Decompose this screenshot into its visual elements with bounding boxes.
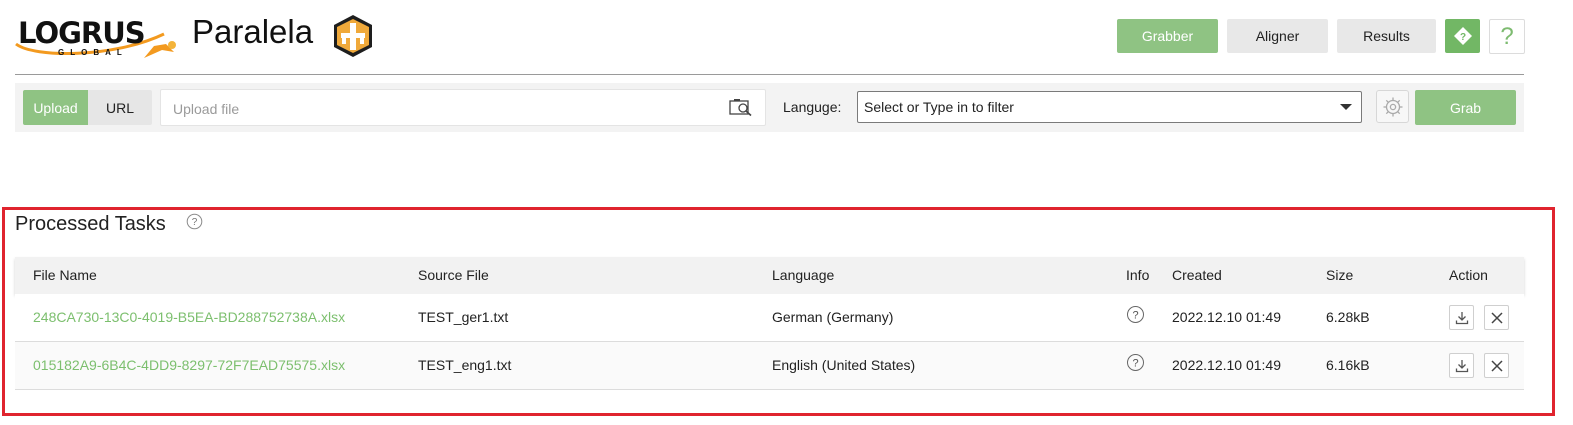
url-tab[interactable]: URL [88,90,152,125]
column-header: Info [1126,267,1150,283]
created: 2022.12.10 01:49 [1172,309,1281,325]
column-header[interactable]: Source File [418,267,489,283]
column-header[interactable]: Created [1172,267,1222,283]
question-circle-icon[interactable]: ? [1126,353,1145,372]
settings-button[interactable] [1376,90,1409,123]
language-label: Languge: [783,99,842,115]
size: 6.28kB [1326,309,1370,325]
tasks-table: File Name Source File Language Info Crea… [15,257,1524,390]
diamond-help-button[interactable]: ? [1445,19,1480,53]
svg-text:?: ? [1132,309,1138,321]
nav-aligner-button[interactable]: Aligner [1227,19,1328,53]
download-icon [1455,359,1468,372]
svg-text:?: ? [192,217,198,228]
help-button[interactable]: ? [1489,19,1525,54]
nav-results-button[interactable]: Results [1337,19,1436,53]
download-button[interactable] [1449,305,1474,330]
column-header[interactable]: Language [772,267,834,283]
diamond-question-icon: ? [1453,27,1472,45]
column-header[interactable]: Size [1326,267,1353,283]
language-select[interactable]: Select or Type in to filter [857,91,1362,123]
grab-button[interactable]: Grab [1415,90,1516,125]
svg-text:?: ? [1132,357,1138,369]
close-icon [1490,359,1503,372]
language-select-value: Select or Type in to filter [864,99,1014,115]
source-file: TEST_ger1.txt [418,309,509,325]
grab-toolbar: Upload URL Languge: Select or Type in to… [15,83,1524,132]
chevron-down-icon [1340,104,1352,110]
size: 6.16kB [1326,357,1370,373]
upload-field[interactable] [160,89,766,127]
created: 2022.12.10 01:49 [1172,357,1281,373]
delete-button[interactable] [1484,305,1509,330]
column-header[interactable]: File Name [33,267,97,283]
file-name-link[interactable]: 248CA730-13C0-4019-B5EA-BD288752738A.xls… [33,309,345,325]
section-title: Processed Tasks [15,213,166,235]
language: English (United States) [772,357,916,373]
close-icon [1490,311,1503,324]
svg-text:?: ? [1459,32,1465,43]
language: German (Germany) [772,309,894,325]
app-title: Paralela [192,13,314,50]
header-divider [15,74,1524,75]
upload-file-input[interactable] [171,90,715,127]
question-circle-icon[interactable]: ? [1126,305,1145,324]
table-row: 015182A9-6B4C-4DD9-8297-72F7EAD75575.xls… [15,342,1524,390]
image-search-icon[interactable] [729,98,753,117]
nav-grabber-button[interactable]: Grabber [1117,19,1218,53]
paralela-badge-icon [334,15,372,57]
source-file: TEST_eng1.txt [418,357,512,373]
logrus-logo: LOGRUS GLOBAL [14,14,180,62]
logo-text: LOGRUS [18,16,146,50]
gear-icon [1383,97,1402,116]
file-name-link[interactable]: 015182A9-6B4C-4DD9-8297-72F7EAD75575.xls… [33,357,345,373]
table-row: 248CA730-13C0-4019-B5EA-BD288752738A.xls… [15,294,1524,342]
logo-subtext: GLOBAL [58,48,128,57]
upload-tab[interactable]: Upload [23,90,88,125]
column-header: Action [1449,267,1488,283]
table-header: File Name Source File Language Info Crea… [15,257,1524,294]
download-icon [1455,311,1468,324]
download-button[interactable] [1449,353,1474,378]
delete-button[interactable] [1484,353,1509,378]
question-circle-icon[interactable]: ? [186,213,203,230]
